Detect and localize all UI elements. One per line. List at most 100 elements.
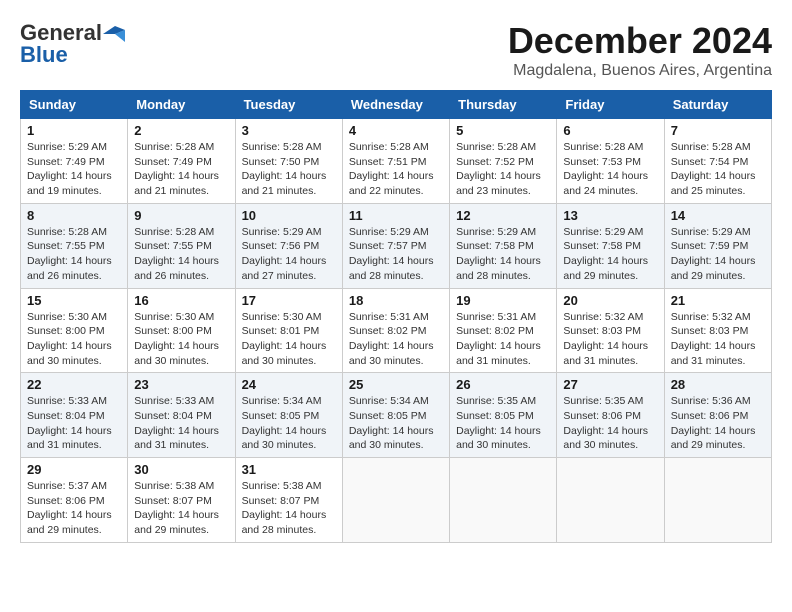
calendar-day-cell: 4 Sunrise: 5:28 AMSunset: 7:51 PMDaylight…	[342, 119, 449, 204]
day-number: 18	[349, 293, 443, 308]
logo-bird-icon	[103, 26, 125, 42]
day-info: Sunrise: 5:38 AMSunset: 8:07 PMDaylight:…	[134, 479, 228, 538]
calendar-day-cell: 20 Sunrise: 5:32 AMSunset: 8:03 PMDayligh…	[557, 288, 664, 373]
day-number: 31	[242, 462, 336, 477]
calendar-day-cell: 9Sunrise: 5:28 AMSunset: 7:55 PMDaylight…	[128, 203, 235, 288]
day-number: 8	[27, 208, 121, 223]
day-info: Sunrise: 5:29 AMSunset: 7:57 PMDaylight:…	[349, 225, 443, 284]
day-info: Sunrise: 5:28 AMSunset: 7:55 PMDaylight:…	[27, 225, 121, 284]
day-info: Sunrise: 5:29 AMSunset: 7:59 PMDaylight:…	[671, 225, 765, 284]
calendar-day-cell: 30 Sunrise: 5:38 AMSunset: 8:07 PMDayligh…	[128, 458, 235, 543]
day-number: 28	[671, 377, 765, 392]
calendar-day-cell: 15Sunrise: 5:30 AMSunset: 8:00 PMDayligh…	[21, 288, 128, 373]
calendar-day-cell: 23 Sunrise: 5:33 AMSunset: 8:04 PMDayligh…	[128, 373, 235, 458]
day-info: Sunrise: 5:31 AMSunset: 8:02 PMDaylight:…	[349, 310, 443, 369]
day-number: 11	[349, 208, 443, 223]
day-info: Sunrise: 5:33 AMSunset: 8:04 PMDaylight:…	[134, 394, 228, 453]
calendar-day-cell: 14Sunrise: 5:29 AMSunset: 7:59 PMDayligh…	[664, 203, 771, 288]
calendar-day-cell: 22Sunrise: 5:33 AMSunset: 8:04 PMDayligh…	[21, 373, 128, 458]
weekday-header-tuesday: Tuesday	[235, 91, 342, 119]
day-info: Sunrise: 5:28 AMSunset: 7:50 PMDaylight:…	[242, 140, 336, 199]
month-title: December 2024	[508, 20, 772, 62]
day-info: Sunrise: 5:34 AMSunset: 8:05 PMDaylight:…	[242, 394, 336, 453]
calendar-day-cell: 27Sunrise: 5:35 AMSunset: 8:06 PMDayligh…	[557, 373, 664, 458]
day-info: Sunrise: 5:29 AMSunset: 7:56 PMDaylight:…	[242, 225, 336, 284]
logo: General Blue	[20, 20, 125, 68]
day-number: 3	[242, 123, 336, 138]
day-info: Sunrise: 5:37 AMSunset: 8:06 PMDaylight:…	[27, 479, 121, 538]
calendar-day-cell: 10 Sunrise: 5:29 AMSunset: 7:56 PMDayligh…	[235, 203, 342, 288]
day-info: Sunrise: 5:28 AMSunset: 7:49 PMDaylight:…	[134, 140, 228, 199]
weekday-header-friday: Friday	[557, 91, 664, 119]
day-info: Sunrise: 5:38 AMSunset: 8:07 PMDaylight:…	[242, 479, 336, 538]
calendar-week-row: 22 Sunrise: 5:33 AMSunset: 8:04 PMDayligh…	[21, 373, 772, 458]
day-info: Sunrise: 5:28 AMSunset: 7:54 PMDaylight:…	[671, 140, 765, 199]
day-number: 20	[563, 293, 657, 308]
weekday-header-sunday: Sunday	[21, 91, 128, 119]
calendar-day-cell: 21 Sunrise: 5:32 AMSunset: 8:03 PMDayligh…	[664, 288, 771, 373]
day-info: Sunrise: 5:28 AMSunset: 7:53 PMDaylight:…	[563, 140, 657, 199]
calendar-day-cell: 25 Sunrise: 5:34 AMSunset: 8:05 PMDayligh…	[342, 373, 449, 458]
calendar-day-cell: 13 Sunrise: 5:29 AMSunset: 7:58 PMDayligh…	[557, 203, 664, 288]
day-info: Sunrise: 5:28 AMSunset: 7:52 PMDaylight:…	[456, 140, 550, 199]
day-info: Sunrise: 5:30 AMSunset: 8:00 PMDaylight:…	[134, 310, 228, 369]
calendar-day-cell: 16 Sunrise: 5:30 AMSunset: 8:00 PMDayligh…	[128, 288, 235, 373]
day-number: 4	[349, 123, 443, 138]
calendar-day-cell: 17Sunrise: 5:30 AMSunset: 8:01 PMDayligh…	[235, 288, 342, 373]
day-number: 30	[134, 462, 228, 477]
calendar-week-row: 15Sunrise: 5:30 AMSunset: 8:00 PMDayligh…	[21, 288, 772, 373]
day-number: 16	[134, 293, 228, 308]
day-number: 29	[27, 462, 121, 477]
day-number: 2	[134, 123, 228, 138]
calendar-day-cell: 5 Sunrise: 5:28 AMSunset: 7:52 PMDaylight…	[450, 119, 557, 204]
calendar-day-cell: 19Sunrise: 5:31 AMSunset: 8:02 PMDayligh…	[450, 288, 557, 373]
calendar-empty-cell	[342, 458, 449, 543]
day-info: Sunrise: 5:34 AMSunset: 8:05 PMDaylight:…	[349, 394, 443, 453]
calendar-day-cell: 18 Sunrise: 5:31 AMSunset: 8:02 PMDayligh…	[342, 288, 449, 373]
day-number: 9	[134, 208, 228, 223]
calendar-day-cell: 24Sunrise: 5:34 AMSunset: 8:05 PMDayligh…	[235, 373, 342, 458]
weekday-header-saturday: Saturday	[664, 91, 771, 119]
weekday-header-wednesday: Wednesday	[342, 91, 449, 119]
day-number: 27	[563, 377, 657, 392]
day-info: Sunrise: 5:30 AMSunset: 8:01 PMDaylight:…	[242, 310, 336, 369]
page-header: General Blue December 2024 Magdalena, Bu…	[20, 20, 772, 80]
day-number: 23	[134, 377, 228, 392]
calendar-empty-cell	[664, 458, 771, 543]
day-info: Sunrise: 5:32 AMSunset: 8:03 PMDaylight:…	[563, 310, 657, 369]
day-info: Sunrise: 5:29 AMSunset: 7:49 PMDaylight:…	[27, 140, 121, 199]
weekday-header-monday: Monday	[128, 91, 235, 119]
day-info: Sunrise: 5:31 AMSunset: 8:02 PMDaylight:…	[456, 310, 550, 369]
day-info: Sunrise: 5:36 AMSunset: 8:06 PMDaylight:…	[671, 394, 765, 453]
calendar-day-cell: 6Sunrise: 5:28 AMSunset: 7:53 PMDaylight…	[557, 119, 664, 204]
day-info: Sunrise: 5:29 AMSunset: 7:58 PMDaylight:…	[456, 225, 550, 284]
day-info: Sunrise: 5:30 AMSunset: 8:00 PMDaylight:…	[27, 310, 121, 369]
day-number: 13	[563, 208, 657, 223]
day-number: 12	[456, 208, 550, 223]
day-info: Sunrise: 5:28 AMSunset: 7:51 PMDaylight:…	[349, 140, 443, 199]
calendar-table: SundayMondayTuesdayWednesdayThursdayFrid…	[20, 90, 772, 543]
calendar-day-cell: 12 Sunrise: 5:29 AMSunset: 7:58 PMDayligh…	[450, 203, 557, 288]
day-number: 10	[242, 208, 336, 223]
day-info: Sunrise: 5:35 AMSunset: 8:05 PMDaylight:…	[456, 394, 550, 453]
day-number: 22	[27, 377, 121, 392]
location-title: Magdalena, Buenos Aires, Argentina	[508, 62, 772, 80]
calendar-empty-cell	[557, 458, 664, 543]
day-info: Sunrise: 5:32 AMSunset: 8:03 PMDaylight:…	[671, 310, 765, 369]
day-number: 25	[349, 377, 443, 392]
calendar-day-cell: 29 Sunrise: 5:37 AMSunset: 8:06 PMDayligh…	[21, 458, 128, 543]
day-number: 21	[671, 293, 765, 308]
weekday-header-thursday: Thursday	[450, 91, 557, 119]
calendar-day-cell: 3 Sunrise: 5:28 AMSunset: 7:50 PMDaylight…	[235, 119, 342, 204]
calendar-day-cell: 31 Sunrise: 5:38 AMSunset: 8:07 PMDayligh…	[235, 458, 342, 543]
calendar-day-cell: 26 Sunrise: 5:35 AMSunset: 8:05 PMDayligh…	[450, 373, 557, 458]
day-info: Sunrise: 5:29 AMSunset: 7:58 PMDaylight:…	[563, 225, 657, 284]
calendar-day-cell: 7Sunrise: 5:28 AMSunset: 7:54 PMDaylight…	[664, 119, 771, 204]
calendar-header-row: SundayMondayTuesdayWednesdayThursdayFrid…	[21, 91, 772, 119]
day-number: 26	[456, 377, 550, 392]
logo-blue: Blue	[20, 42, 68, 68]
calendar-day-cell: 28 Sunrise: 5:36 AMSunset: 8:06 PMDayligh…	[664, 373, 771, 458]
title-block: December 2024 Magdalena, Buenos Aires, A…	[508, 20, 772, 80]
day-number: 5	[456, 123, 550, 138]
calendar-day-cell: 1Sunrise: 5:29 AMSunset: 7:49 PMDaylight…	[21, 119, 128, 204]
